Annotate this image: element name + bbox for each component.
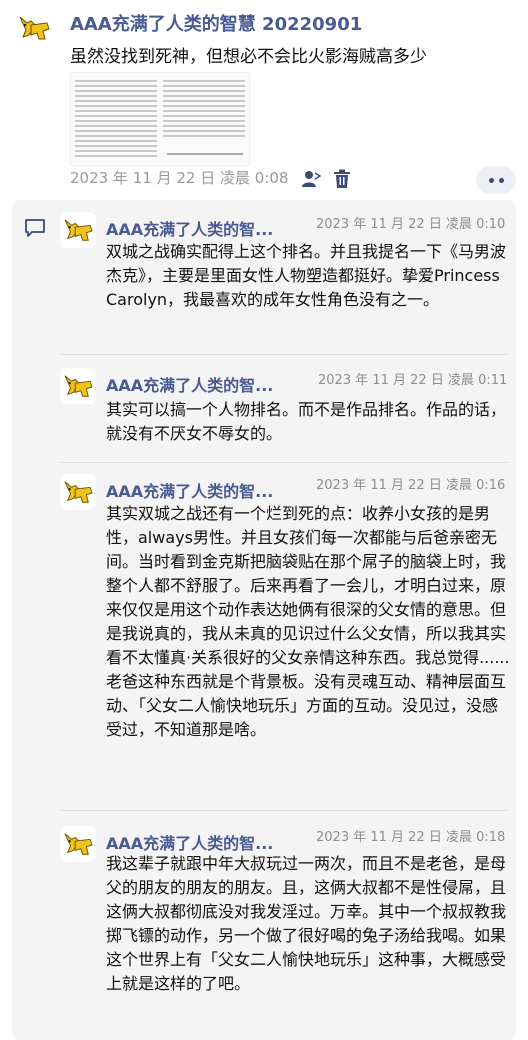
post-text: 虽然没找到死神，但想必不会比火影海贼高多少	[70, 47, 427, 67]
comment-time: 2023 年 11 月 22 日 凌晨 0:16	[316, 478, 506, 493]
comment-author[interactable]: AAA充满了人类的智...	[106, 372, 273, 396]
post-image-thumbnail[interactable]	[70, 72, 250, 166]
comment-icon	[24, 218, 46, 242]
comment-text: 双城之战确实配得上这个排名。并且我提名一下《马男波杰克》，主要是里面女性人物塑造…	[106, 242, 507, 309]
comment-author[interactable]: AAA充满了人类的智...	[106, 830, 273, 854]
post-author-avatar[interactable]	[16, 10, 52, 46]
comment-divider	[60, 354, 508, 355]
comment-author[interactable]: AAA充满了人类的智...	[106, 216, 273, 240]
user-icon[interactable]	[300, 168, 322, 190]
post-timestamp: 2023 年 11 月 22 日 凌晨 0:08	[70, 169, 289, 187]
comment-author[interactable]: AAA充满了人类的智...	[106, 478, 273, 502]
comment-divider	[60, 810, 508, 811]
comment-avatar[interactable]	[60, 212, 96, 248]
comment-avatar[interactable]	[60, 368, 96, 404]
more-dots-icon[interactable]	[476, 166, 516, 194]
yellow-fox-avatar-icon	[64, 481, 93, 503]
yellow-fox-avatar-icon	[19, 16, 50, 40]
comment-text: 我这辈子就跟中年大叔玩过一两次，而且不是老爸，是母父的朋友的朋友的朋友。且，这俩…	[106, 854, 507, 993]
comment-text: 其实可以搞一个人物排名。而不是作品排名。作品的话，就没有不厌女不辱女的。	[106, 400, 507, 443]
post-author-name[interactable]: AAA充满了人类的智慧 20220901	[70, 10, 362, 36]
yellow-fox-avatar-icon	[64, 375, 93, 397]
comment-time: 2023 年 11 月 22 日 凌晨 0:11	[318, 373, 508, 388]
comment-divider	[60, 462, 508, 463]
yellow-fox-avatar-icon	[64, 219, 93, 241]
yellow-fox-avatar-icon	[64, 833, 93, 855]
comment-avatar[interactable]	[60, 474, 96, 510]
comment-time: 2023 年 11 月 22 日 凌晨 0:18	[316, 830, 506, 845]
comment-time: 2023 年 11 月 22 日 凌晨 0:10	[316, 217, 506, 232]
comment-avatar[interactable]	[60, 826, 96, 862]
comment-text: 其实双城之战还有一个烂到死的点：收养小女孩的是男性，always男性。并且女孩们…	[106, 504, 510, 739]
trash-icon[interactable]	[331, 168, 353, 190]
